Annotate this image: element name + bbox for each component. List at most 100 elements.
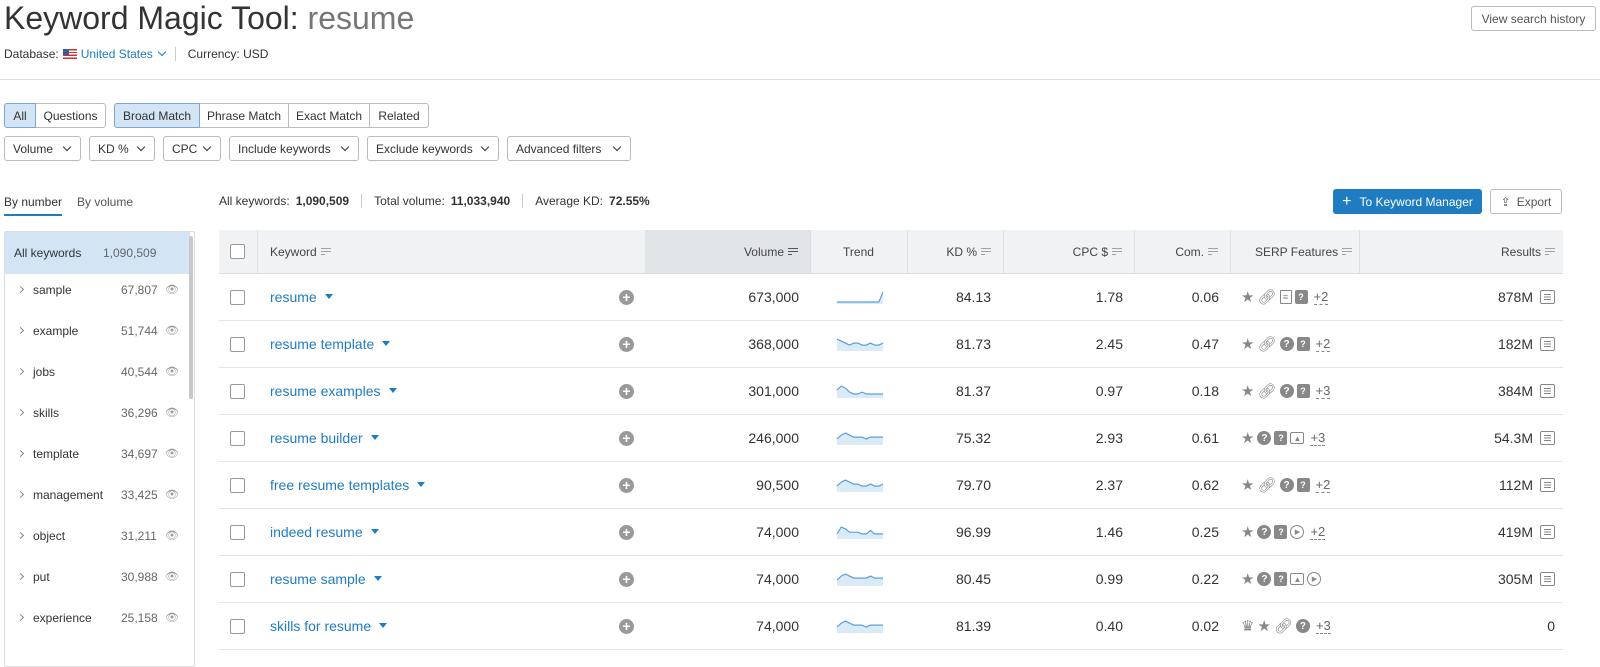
caret-down-icon[interactable] [370,434,379,440]
caret-down-icon[interactable] [324,293,333,299]
caret-down-icon[interactable] [379,622,388,628]
chevron-right-icon[interactable] [16,326,25,335]
plus-circle-icon[interactable]: + [619,618,634,634]
eye-icon[interactable]: 👁︎ [165,570,179,583]
kd-filter[interactable]: KD % [89,136,155,161]
database-select[interactable]: United States [81,47,153,61]
sort-icon[interactable] [1112,247,1122,256]
sort-icon[interactable] [1545,247,1555,256]
plus-circle-icon[interactable]: + [619,524,634,540]
serp-snapshot-icon[interactable] [1540,572,1555,586]
header-keyword[interactable]: Keyword [270,230,331,273]
plus-circle-icon[interactable]: + [619,336,634,352]
serp-snapshot-icon[interactable] [1540,384,1555,398]
serp-more-link[interactable]: +2 [1310,524,1326,540]
plus-circle-icon[interactable]: + [619,571,634,587]
keyword-link[interactable]: resume template [270,321,391,367]
row-checkbox-cell[interactable] [230,462,245,508]
row-checkbox-cell[interactable] [230,368,245,414]
cpc-filter[interactable]: CPC [163,136,221,161]
tab-by-number[interactable]: By number [4,195,63,216]
eye-icon[interactable]: 👁︎ [165,406,179,419]
tab-exact-match[interactable]: Exact Match [288,103,370,128]
caret-down-icon[interactable] [388,387,397,393]
sidebar-item-experience[interactable]: experience 25,158 👁︎ [5,602,190,643]
keyword-link[interactable]: free resume templates [270,462,426,508]
chevron-right-icon[interactable] [16,490,25,499]
serp-snapshot-icon[interactable] [1540,431,1555,445]
header-volume[interactable]: Volume [645,230,810,273]
keyword-text[interactable]: skills for resume [270,618,371,634]
serp-more-link[interactable]: +3 [1315,383,1331,399]
checkbox[interactable] [230,244,245,259]
keyword-link[interactable]: resume [270,274,333,320]
sort-icon[interactable] [788,247,798,256]
sidebar-item-example[interactable]: example 51,744 👁︎ [5,315,190,356]
keyword-text[interactable]: resume examples [270,383,381,399]
keyword-text[interactable]: resume builder [270,430,363,446]
keyword-link[interactable]: resume examples [270,368,397,414]
sidebar-item-management[interactable]: management 33,425 👁︎ [5,479,190,520]
chevron-right-icon[interactable] [16,367,25,376]
eye-icon[interactable]: 👁︎ [165,283,179,296]
keyword-link[interactable]: resume builder [270,415,379,461]
plus-circle-icon[interactable]: + [619,477,634,493]
tab-questions[interactable]: Questions [35,103,106,128]
row-checkbox-cell[interactable] [230,509,245,555]
serp-snapshot-icon[interactable] [1540,337,1555,351]
header-com[interactable]: Com. [1134,230,1230,273]
exclude-keywords-filter[interactable]: Exclude keywords [367,136,499,161]
serp-more-link[interactable]: +3 [1315,618,1331,634]
eye-icon[interactable]: 👁︎ [165,365,179,378]
plus-circle-icon[interactable]: + [619,289,634,305]
row-checkbox-cell[interactable] [230,274,245,320]
checkbox[interactable] [230,430,245,446]
caret-down-icon[interactable] [373,575,382,581]
checkbox[interactable] [230,571,245,587]
sort-icon[interactable] [1342,247,1353,256]
keyword-text[interactable]: resume sample [270,571,366,587]
add-to-list-button[interactable]: + [619,509,634,555]
chevron-right-icon[interactable] [16,449,25,458]
add-to-list-button[interactable]: + [619,368,634,414]
eye-icon[interactable]: 👁︎ [165,529,179,542]
add-to-list-button[interactable]: + [619,415,634,461]
sidebar-item-skills[interactable]: skills 36,296 👁︎ [5,397,190,438]
serp-more-link[interactable]: +2 [1315,477,1331,493]
tab-related[interactable]: Related [369,103,429,128]
advanced-filters[interactable]: Advanced filters [507,136,631,161]
serp-more-link[interactable]: +2 [1315,336,1331,352]
to-keyword-manager-button[interactable]: + To Keyword Manager [1333,189,1482,214]
checkbox[interactable] [230,289,245,305]
serp-snapshot-icon[interactable] [1540,525,1555,539]
add-to-list-button[interactable]: + [619,321,634,367]
serp-more-link[interactable]: +3 [1310,430,1326,446]
sidebar-item-jobs[interactable]: jobs 40,544 👁︎ [5,356,190,397]
plus-circle-icon[interactable]: + [619,430,634,446]
eye-icon[interactable]: 👁︎ [165,447,179,460]
export-button[interactable]: ⇪ Export [1490,189,1562,214]
eye-icon[interactable]: 👁︎ [165,488,179,501]
header-serp-features[interactable]: SERP Features [1255,230,1353,273]
row-checkbox-cell[interactable] [230,603,245,649]
include-keywords-filter[interactable]: Include keywords [229,136,359,161]
caret-down-icon[interactable] [370,528,379,534]
checkbox[interactable] [230,477,245,493]
tab-by-volume[interactable]: By volume [77,195,133,209]
view-search-history-button[interactable]: View search history [1471,6,1596,31]
add-to-list-button[interactable]: + [619,462,634,508]
chevron-right-icon[interactable] [16,572,25,581]
checkbox[interactable] [230,524,245,540]
keyword-text[interactable]: resume [270,289,317,305]
header-kd[interactable]: KD % [907,230,1003,273]
row-checkbox-cell[interactable] [230,321,245,367]
add-to-list-button[interactable]: + [619,556,634,602]
serp-snapshot-icon[interactable] [1540,290,1555,304]
serp-snapshot-icon[interactable] [1540,478,1555,492]
sort-icon[interactable] [1208,247,1218,256]
sidebar-item-all-keywords[interactable]: All keywords 1,090,509 [5,232,190,274]
keyword-text[interactable]: resume template [270,336,374,352]
checkbox[interactable] [230,336,245,352]
serp-more-link[interactable]: +2 [1313,289,1329,305]
sidebar-item-object[interactable]: object 31,211 👁︎ [5,520,190,561]
